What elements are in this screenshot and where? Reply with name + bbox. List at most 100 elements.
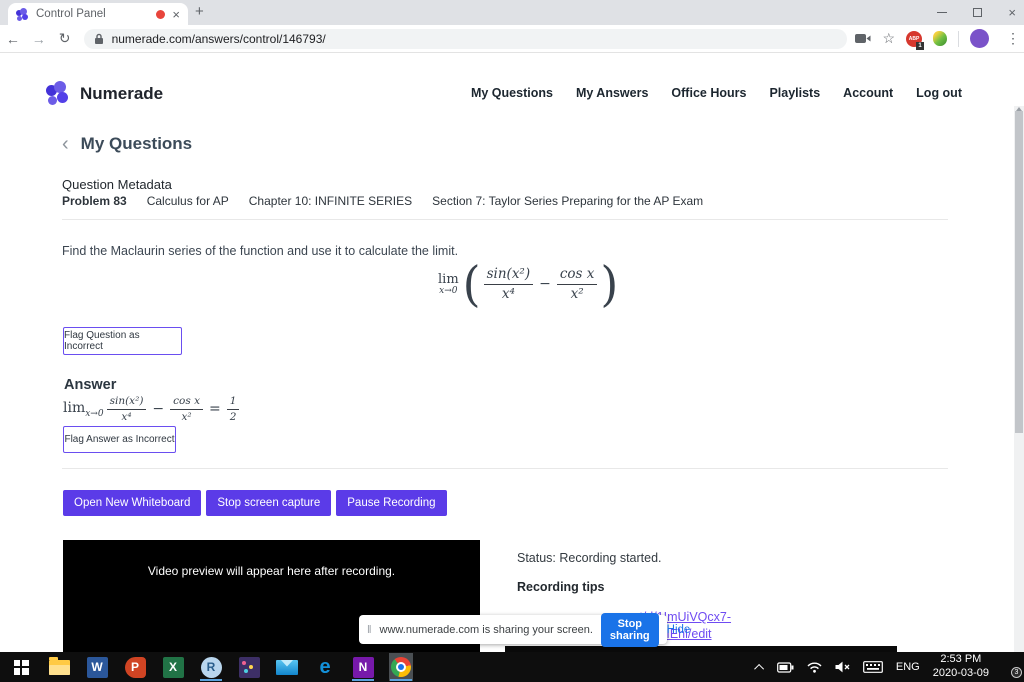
share-message: www.numerade.com is sharing your screen.: [380, 624, 593, 636]
tray-expand-icon[interactable]: [754, 663, 764, 673]
nav-account[interactable]: Account: [843, 86, 893, 100]
volume-muted-icon[interactable]: [835, 661, 850, 673]
hide-link[interactable]: Hide: [667, 624, 691, 636]
answer-fraction-1: sin(x²) x⁴: [107, 395, 147, 423]
mail-icon[interactable]: [275, 653, 299, 681]
toolbar-icons: ☆ ABP 1 ⋮: [855, 29, 1024, 48]
chrome-icon[interactable]: [389, 653, 413, 681]
brand-name: Numerade: [80, 84, 163, 104]
page-content: Numerade My Questions My Answers Office …: [0, 53, 1024, 652]
new-tab-button[interactable]: +: [195, 3, 204, 20]
minus-sign: −: [539, 276, 551, 292]
video-placeholder-text: Video preview will appear here after rec…: [63, 564, 480, 578]
excel-icon[interactable]: X: [161, 653, 185, 681]
answer-minus: −: [152, 401, 164, 417]
left-paren: (: [463, 259, 481, 309]
answer-equals: =: [209, 401, 221, 417]
window-controls: ×: [937, 0, 1016, 25]
nav-log-out[interactable]: Log out: [916, 86, 962, 100]
metadata-course: Calculus for AP: [147, 194, 229, 208]
windows-logo-icon: [14, 660, 29, 675]
metadata-label: Question Metadata: [62, 177, 172, 192]
taskbar-apps: W P X R e N: [0, 652, 413, 682]
tab-title: Control Panel: [36, 8, 149, 20]
start-button[interactable]: [9, 653, 33, 681]
answer-formula: limx→0 sin(x²) x⁴ − cos x x² = 1 2: [63, 395, 242, 423]
file-explorer-icon[interactable]: [47, 653, 71, 681]
status-text: Status: Recording started.: [517, 551, 662, 565]
recording-tips-label: Recording tips: [517, 580, 605, 594]
top-navigation: My Questions My Answers Office Hours Pla…: [471, 86, 962, 100]
answer-label: Answer: [64, 377, 116, 393]
forward-icon[interactable]: →: [26, 31, 52, 47]
window-close-icon[interactable]: ×: [1008, 5, 1016, 20]
pause-recording-button[interactable]: Pause Recording: [336, 490, 446, 516]
back-heading[interactable]: ‹ My Questions: [62, 134, 192, 154]
nav-playlists[interactable]: Playlists: [769, 86, 820, 100]
clock[interactable]: 2:53 PM 2020-03-09: [933, 653, 989, 681]
bookmark-star-icon[interactable]: ☆: [882, 30, 895, 47]
edge-icon[interactable]: e: [313, 653, 337, 681]
wifi-icon[interactable]: [807, 661, 822, 673]
onenote-icon[interactable]: N: [351, 653, 375, 681]
limit-operator-inline: limx→0: [63, 400, 104, 419]
battery-icon[interactable]: [777, 662, 794, 673]
browser-menu-icon[interactable]: ⋮: [1006, 30, 1020, 47]
extension-badge: 1: [916, 42, 924, 50]
address-bar[interactable]: numerade.com/answers/control/146793/: [84, 29, 848, 49]
bird-extension-icon[interactable]: [933, 31, 947, 46]
answer-fraction-2: cos x x²: [170, 395, 203, 423]
flag-answer-button[interactable]: Flag Answer as Incorrect: [63, 426, 176, 453]
powerpoint-icon[interactable]: P: [123, 653, 147, 681]
browser-tab-bar: Control Panel × + ×: [0, 0, 1024, 25]
metadata-problem: Problem 83: [62, 194, 127, 208]
touch-keyboard-icon[interactable]: [863, 661, 883, 673]
numerade-logo-icon: [46, 81, 72, 107]
numerade-brand[interactable]: Numerade: [46, 81, 163, 107]
flag-question-button[interactable]: Flag Question as Incorrect: [63, 327, 182, 355]
scrollbar[interactable]: [1014, 106, 1024, 682]
nav-my-answers[interactable]: My Answers: [576, 86, 648, 100]
word-icon[interactable]: W: [85, 653, 109, 681]
open-whiteboard-button[interactable]: Open New Whiteboard: [63, 490, 201, 516]
minimize-icon[interactable]: [937, 12, 947, 13]
tex-app-icon[interactable]: [237, 653, 261, 681]
divider: [62, 219, 948, 220]
fraction-2: cos x x²: [557, 266, 598, 301]
browser-toolbar: ← → ↻ numerade.com/answers/control/14679…: [0, 25, 1024, 53]
scrollbar-thumb[interactable]: [1015, 111, 1023, 433]
chevron-left-icon[interactable]: ‹: [62, 134, 69, 154]
profile-avatar[interactable]: [970, 29, 989, 48]
language-indicator[interactable]: ENG: [896, 661, 920, 673]
screen-share-bar: ‖ www.numerade.com is sharing your scree…: [359, 615, 667, 644]
metadata-section: Section 7: Taylor Series Preparing for t…: [432, 194, 703, 208]
time-text: 2:53 PM: [940, 653, 981, 665]
notification-center-icon[interactable]: 3: [1002, 660, 1018, 674]
nav-my-questions[interactable]: My Questions: [471, 86, 553, 100]
metadata-chapter: Chapter 10: INFINITE SERIES: [249, 194, 412, 208]
right-paren: ): [600, 259, 618, 309]
recording-actions: Open New Whiteboard Stop screen capture …: [63, 490, 447, 516]
drag-handle-icon[interactable]: ‖: [367, 624, 372, 636]
adblock-extension-icon[interactable]: ABP 1: [906, 31, 922, 47]
browser-tab[interactable]: Control Panel ×: [8, 3, 188, 25]
back-icon[interactable]: ←: [0, 31, 26, 47]
divider: [62, 468, 948, 469]
screen-share-camera-icon[interactable]: [855, 33, 871, 44]
tab-close-icon[interactable]: ×: [172, 7, 180, 22]
stop-sharing-button[interactable]: Stop sharing: [601, 613, 659, 647]
question-text: Find the Maclaurin series of the functio…: [62, 244, 458, 258]
reload-icon[interactable]: ↻: [52, 30, 78, 47]
question-formula: lim x→0 ( sin(x²) x⁴ − cos x x² ): [438, 260, 618, 308]
maximize-icon[interactable]: [973, 8, 982, 17]
limit-operator: lim x→0: [438, 272, 459, 296]
nav-office-hours[interactable]: Office Hours: [671, 86, 746, 100]
url-text: numerade.com/answers/control/146793/: [112, 32, 326, 46]
fraction-1: sin(x²) x⁴: [484, 266, 534, 301]
notification-count-badge: 3: [1011, 667, 1022, 678]
r-app-icon[interactable]: R: [199, 653, 223, 681]
toolbar-divider: [958, 31, 959, 47]
stop-capture-button[interactable]: Stop screen capture: [206, 490, 331, 516]
metadata-row: Problem 83 Calculus for AP Chapter 10: I…: [62, 194, 703, 208]
page-title: My Questions: [81, 134, 192, 154]
